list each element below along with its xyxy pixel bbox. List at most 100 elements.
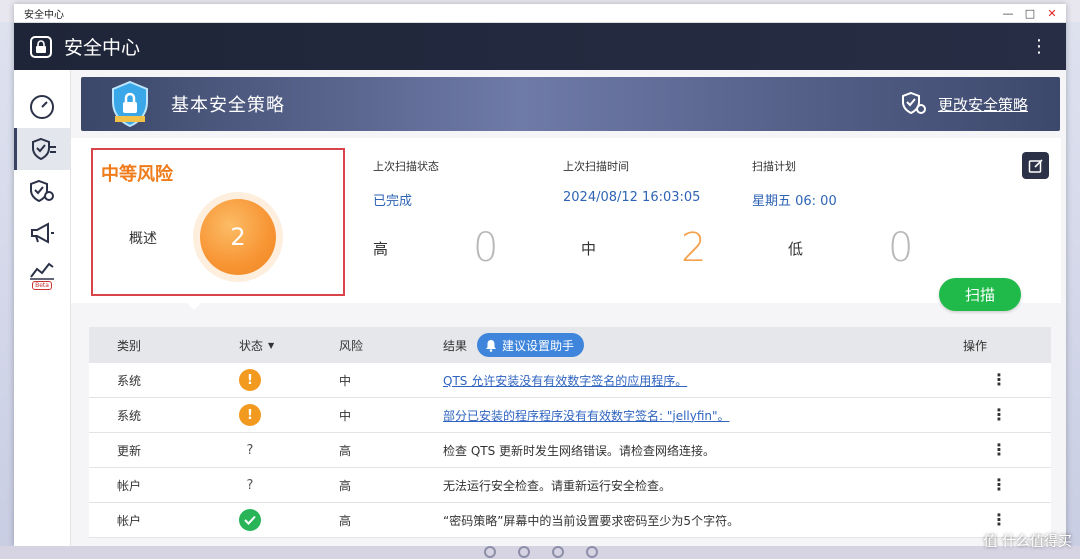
row-risk: 中	[339, 373, 352, 388]
sidebar: Beta	[14, 70, 71, 546]
row-category: 系统	[117, 408, 142, 423]
scan-schedule: 扫描计划 星期五 06: 00	[752, 158, 837, 209]
app-window: 安全中心 — □ ✕ 安全中心 ⋮ Beta 基本安全策略 更改安全策略 中等风…	[14, 4, 1066, 546]
low-risk-label: 低	[788, 239, 804, 258]
medium-risk-value: 2	[681, 225, 707, 271]
overview-count-ring: 2	[193, 192, 283, 282]
row-result-link[interactable]: 部分已安装的程序程序没有有效数字签名: "jellyfin"。	[443, 407, 730, 424]
close-icon[interactable]: ✕	[1046, 7, 1058, 20]
edit-icon	[1028, 158, 1043, 173]
header-category[interactable]: 类别	[89, 337, 211, 354]
shield-gear-icon	[30, 179, 54, 203]
row-risk: 高	[339, 443, 352, 458]
shield-list-icon	[31, 137, 56, 161]
medium-risk-label: 中	[581, 239, 597, 258]
last-scan-time-value: 2024/08/12 16:03:05	[563, 190, 701, 205]
advisor-button[interactable]: 建议设置助手	[477, 333, 585, 357]
row-risk: 高	[339, 513, 352, 528]
overview-label: 概述	[129, 231, 157, 247]
sidebar-item-dashboard[interactable]	[14, 86, 70, 128]
low-risk-count: 低 0	[788, 225, 913, 271]
chart-icon	[30, 262, 54, 280]
row-action-menu-icon[interactable]: ⋮	[941, 512, 1051, 528]
speedometer-icon	[30, 95, 54, 119]
sidebar-item-announcements[interactable]	[14, 212, 70, 254]
row-risk: 中	[339, 408, 352, 423]
advisor-label: 建议设置助手	[502, 338, 575, 353]
medium-risk-count: 中 2	[581, 225, 706, 271]
scan-button[interactable]: 扫描	[939, 278, 1021, 311]
last-scan-status-label: 上次扫描状态	[373, 160, 439, 173]
header-risk[interactable]: 风险	[315, 337, 419, 354]
row-action-menu-icon[interactable]: ⋮	[941, 477, 1051, 493]
more-options-icon[interactable]: ⋮	[1030, 37, 1048, 56]
window-titlebar: 安全中心 — □ ✕	[14, 4, 1066, 23]
results-table: 类别 状态 ▼ 风险 结果 建议设置助手 操作 系统 ! 中 QTS 允许安装没…	[89, 327, 1051, 538]
header-status-label: 状态	[239, 338, 264, 353]
row-result: 检查 QTS 更新时发生网络错误。请检查网络连接。	[443, 443, 716, 458]
risk-level: 中等风险	[101, 164, 173, 185]
row-category: 系统	[117, 373, 142, 388]
question-icon: ?	[246, 477, 254, 493]
row-action-menu-icon[interactable]: ⋮	[941, 372, 1051, 388]
header-result: 结果 建议设置助手	[419, 333, 941, 357]
last-scan-status-value: 已完成	[373, 194, 413, 209]
row-category: 更新	[117, 443, 142, 458]
megaphone-icon	[31, 222, 54, 244]
lock-icon	[30, 35, 52, 58]
scan-schedule-label: 扫描计划	[752, 160, 796, 173]
warning-icon: !	[239, 404, 261, 426]
scan-schedule-value: 星期五 06: 00	[752, 194, 837, 209]
row-category: 帐户	[117, 513, 142, 528]
main-content: 基本安全策略 更改安全策略 中等风险 概述 2 上次扫描状态 已完成 上次扫描时…	[71, 70, 1066, 546]
dock-app-icon[interactable]	[552, 546, 564, 558]
header-result-label: 结果	[443, 338, 468, 353]
sidebar-item-statistics[interactable]: Beta	[14, 254, 70, 296]
shield-settings-icon	[901, 91, 926, 115]
scan-summary-panel: 中等风险 概述 2 上次扫描状态 已完成 上次扫描时间 2024/08/12 1…	[71, 138, 1061, 311]
app-header: 安全中心 ⋮	[14, 23, 1066, 70]
row-action-menu-icon[interactable]: ⋮	[941, 407, 1051, 423]
minimize-icon[interactable]: —	[1002, 7, 1014, 20]
high-risk-label: 高	[373, 239, 389, 258]
maximize-icon[interactable]: □	[1024, 7, 1036, 20]
question-icon: ?	[246, 442, 254, 458]
sort-down-icon: ▼	[268, 340, 275, 350]
check-icon	[239, 509, 261, 531]
desktop-dock	[0, 546, 1080, 559]
last-scan-time-label: 上次扫描时间	[563, 160, 629, 173]
risk-overview-box: 中等风险 概述 2	[91, 148, 345, 296]
table-row: 系统 ! 中 部分已安装的程序程序没有有效数字签名: "jellyfin"。 ⋮	[89, 398, 1051, 433]
sidebar-item-security-settings[interactable]	[14, 170, 70, 212]
warning-icon: !	[239, 369, 261, 391]
change-policy-label: 更改安全策略	[937, 95, 1028, 114]
row-result: “密码策略”屏幕中的当前设置要求密码至少为5个字符。	[443, 513, 740, 528]
security-shield-icon	[112, 80, 148, 128]
row-category: 帐户	[117, 478, 142, 493]
row-action-menu-icon[interactable]: ⋮	[941, 442, 1051, 458]
table-header: 类别 状态 ▼ 风险 结果 建议设置助手 操作	[89, 327, 1051, 363]
row-result: 无法运行安全检查。请重新运行安全检查。	[443, 478, 672, 493]
dock-app-icon[interactable]	[518, 546, 530, 558]
sidebar-item-security-policy[interactable]	[14, 128, 70, 170]
header-action: 操作	[963, 338, 988, 353]
edit-schedule-button[interactable]	[1022, 152, 1049, 179]
dock-app-icon[interactable]	[586, 546, 598, 558]
app-title: 安全中心	[64, 37, 141, 59]
policy-title: 基本安全策略	[171, 95, 285, 116]
change-policy-link[interactable]: 更改安全策略	[900, 91, 1028, 117]
row-result-link[interactable]: QTS 允许安装没有有效数字签名的应用程序。	[443, 372, 687, 389]
overview-count: 2	[200, 199, 276, 275]
header-status[interactable]: 状态 ▼	[211, 337, 315, 354]
watermark: 值 什么值得买	[983, 534, 1072, 550]
high-risk-value: 0	[473, 225, 499, 271]
dock-app-icon[interactable]	[484, 546, 496, 558]
beta-badge: Beta	[32, 281, 52, 290]
bell-icon	[486, 339, 497, 352]
high-risk-count: 高 0	[373, 225, 498, 271]
row-risk: 高	[339, 478, 352, 493]
panel-pointer	[187, 303, 201, 310]
table-row: 系统 ! 中 QTS 允许安装没有有效数字签名的应用程序。 ⋮	[89, 363, 1051, 398]
table-row: 更新 ? 高 检查 QTS 更新时发生网络错误。请检查网络连接。 ⋮	[89, 433, 1051, 468]
policy-banner: 基本安全策略 更改安全策略	[81, 77, 1060, 131]
